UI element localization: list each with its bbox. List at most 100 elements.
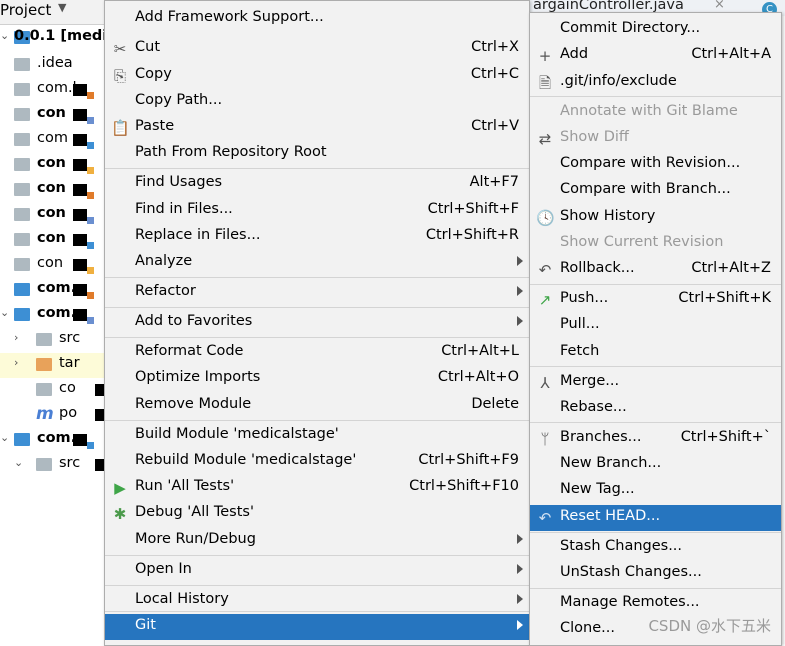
menu-item-add[interactable]: + Add Ctrl+Alt+A bbox=[530, 43, 781, 69]
menu-item-cut[interactable]: ✂ Cut Ctrl+X bbox=[105, 36, 529, 62]
push-icon: ↗ bbox=[538, 291, 552, 309]
menu-item-copy[interactable]: ⎘ Copy Ctrl+C bbox=[105, 63, 529, 89]
menu-item-pull[interactable]: Pull... bbox=[530, 313, 781, 339]
project-panel-header[interactable]: Project ▼ bbox=[0, 0, 110, 25]
menu-item-find-usages[interactable]: Find Usages Alt+F7 bbox=[105, 171, 529, 197]
git-submenu: Commit Directory... + Add Ctrl+Alt+A 🗎 .git/i… bbox=[529, 12, 782, 646]
menu-item-copy-path[interactable]: Copy Path... bbox=[105, 89, 529, 115]
tree-row[interactable]: m po bbox=[0, 403, 116, 428]
tree-row[interactable]: › tar bbox=[0, 353, 110, 378]
menu-item-shortcut: Ctrl+Shift+R bbox=[425, 227, 519, 243]
menu-item-rebase[interactable]: Rebase... bbox=[530, 396, 781, 422]
tree-row[interactable]: ⌄ src bbox=[0, 453, 116, 478]
menu-item-find-in-files[interactable]: Find in Files... Ctrl+Shift+F bbox=[105, 198, 529, 224]
tree-row[interactable]: ⌄ com. bbox=[0, 303, 110, 328]
menu-separator bbox=[530, 422, 781, 423]
menu-separator bbox=[530, 96, 781, 97]
menu-item-label: Annotate with Git Blame bbox=[560, 103, 738, 119]
menu-item-label: Pull... bbox=[560, 316, 600, 332]
menu-item-label: Rebuild Module 'medicalstage' bbox=[135, 452, 357, 468]
menu-item-git-info-exclude[interactable]: 🗎 .git/info/exclude bbox=[530, 70, 781, 96]
scissors-icon: ✂ bbox=[113, 40, 127, 58]
tree-row-label: con bbox=[37, 230, 66, 246]
menu-item-label: UnStash Changes... bbox=[560, 564, 702, 580]
menu-item-replace-in-files[interactable]: Replace in Files... Ctrl+Shift+R bbox=[105, 224, 529, 250]
menu-item-label: Path From Repository Root bbox=[135, 144, 327, 160]
clock-icon: 🕓 bbox=[536, 209, 555, 227]
menu-item-compare-with-revision[interactable]: Compare with Revision... bbox=[530, 152, 781, 178]
folder-icon bbox=[36, 358, 52, 371]
menu-item-label: Add bbox=[560, 46, 589, 62]
menu-item-label: Paste bbox=[135, 118, 175, 134]
folder-icon bbox=[14, 308, 30, 321]
tree-row-label: tar bbox=[59, 355, 80, 371]
menu-item-manage-remotes[interactable]: Manage Remotes... bbox=[530, 591, 781, 617]
menu-item-path-from-repository-root[interactable]: Path From Repository Root bbox=[105, 141, 529, 167]
tree-row[interactable]: com. bbox=[0, 278, 110, 303]
menu-item-new-tag[interactable]: New Tag... bbox=[530, 478, 781, 504]
menu-item-add-to-favorites[interactable]: Add to Favorites bbox=[105, 310, 529, 336]
menu-item-new-branch[interactable]: New Branch... bbox=[530, 452, 781, 478]
menu-item-reformat-code[interactable]: Reformat Code Ctrl+Alt+L bbox=[105, 340, 529, 366]
tree-row[interactable]: ⌄ 0.0.1 [medic bbox=[0, 26, 116, 51]
tree-row[interactable]: .idea bbox=[0, 53, 110, 78]
submenu-arrow-icon bbox=[517, 286, 523, 296]
menu-item-debug-all-tests[interactable]: ✱ Debug 'All Tests' bbox=[105, 501, 529, 527]
menu-item-label: Compare with Revision... bbox=[560, 155, 741, 171]
folder-icon bbox=[14, 283, 30, 296]
tree-row-label: con bbox=[37, 255, 64, 271]
menu-item-paste[interactable]: 📋 Paste Ctrl+V bbox=[105, 115, 529, 141]
maven-icon: m bbox=[36, 404, 54, 424]
project-tree-panel: Project ▼ ⌄ 0.0.1 [medic .idea com.h con com c… bbox=[0, 0, 116, 644]
chevron-down-icon[interactable]: ⌄ bbox=[14, 456, 23, 469]
tree-row-label: com. bbox=[37, 430, 77, 446]
menu-item-more-run-debug[interactable]: More Run/Debug bbox=[105, 528, 529, 554]
menu-item-optimize-imports[interactable]: Optimize Imports Ctrl+Alt+O bbox=[105, 366, 529, 392]
tree-row[interactable]: co bbox=[0, 378, 116, 403]
menu-item-fetch[interactable]: Fetch bbox=[530, 340, 781, 366]
menu-item-label: New Tag... bbox=[560, 481, 635, 497]
menu-item-build-module-medicalstage[interactable]: Build Module 'medicalstage' bbox=[105, 423, 529, 449]
redaction-mark bbox=[73, 84, 87, 96]
menu-item-remove-module[interactable]: Remove Module Delete bbox=[105, 393, 529, 419]
tree-row-label: po bbox=[59, 405, 78, 421]
chevron-right-icon[interactable]: › bbox=[14, 356, 18, 369]
menu-item-label: Stash Changes... bbox=[560, 538, 683, 554]
close-icon[interactable]: × bbox=[714, 0, 725, 12]
menu-item-shortcut: Alt+F7 bbox=[469, 174, 519, 190]
menu-item-label: Copy Path... bbox=[135, 92, 223, 108]
menu-item-stash-changes[interactable]: Stash Changes... bbox=[530, 535, 781, 561]
menu-item-commit-directory[interactable]: Commit Directory... bbox=[530, 17, 781, 43]
menu-item-reset-head[interactable]: ↶ Reset HEAD... bbox=[530, 505, 781, 531]
menu-item-refactor[interactable]: Refactor bbox=[105, 280, 529, 306]
menu-item-open-in[interactable]: Open In bbox=[105, 558, 529, 584]
menu-item-compare-with-branch[interactable]: Compare with Branch... bbox=[530, 178, 781, 204]
menu-separator bbox=[530, 366, 781, 367]
menu-item-rollback[interactable]: ↶ Rollback... Ctrl+Alt+Z bbox=[530, 257, 781, 283]
tree-row[interactable]: ⌄ com. bbox=[0, 428, 110, 453]
tree-row[interactable]: › src bbox=[0, 328, 110, 353]
tree-row[interactable]: con bbox=[0, 228, 110, 253]
tree-row[interactable]: con bbox=[0, 203, 110, 228]
chevron-down-icon[interactable]: ⌄ bbox=[0, 29, 9, 42]
chevron-down-icon[interactable]: ▼ bbox=[58, 1, 66, 14]
tree-row[interactable]: con bbox=[0, 153, 110, 178]
tree-row[interactable]: con bbox=[0, 103, 110, 128]
tree-row[interactable]: com bbox=[0, 128, 110, 153]
chevron-right-icon[interactable]: › bbox=[14, 331, 18, 344]
menu-item-merge[interactable]: ⅄ Merge... bbox=[530, 370, 781, 396]
menu-item-unstash-changes[interactable]: UnStash Changes... bbox=[530, 561, 781, 587]
menu-item-git[interactable]: Git bbox=[105, 614, 529, 640]
chevron-down-icon[interactable]: ⌄ bbox=[0, 431, 9, 444]
menu-item-run-all-tests[interactable]: ▶ Run 'All Tests' Ctrl+Shift+F10 bbox=[105, 475, 529, 501]
menu-item-add-framework-support[interactable]: Add Framework Support... bbox=[105, 6, 529, 32]
menu-item-rebuild-module-medicalstage[interactable]: Rebuild Module 'medicalstage' Ctrl+Shift+… bbox=[105, 449, 529, 475]
menu-item-show-history[interactable]: 🕓 Show History bbox=[530, 205, 781, 231]
menu-item-branches[interactable]: ᛘ Branches... Ctrl+Shift+` bbox=[530, 426, 781, 452]
menu-item-push[interactable]: ↗ Push... Ctrl+Shift+K bbox=[530, 287, 781, 313]
tree-row[interactable]: con bbox=[0, 253, 110, 278]
chevron-down-icon[interactable]: ⌄ bbox=[0, 306, 9, 319]
menu-item-analyze[interactable]: Analyze bbox=[105, 250, 529, 276]
tree-row[interactable]: con bbox=[0, 178, 110, 203]
tree-row[interactable]: com.h bbox=[0, 78, 110, 103]
